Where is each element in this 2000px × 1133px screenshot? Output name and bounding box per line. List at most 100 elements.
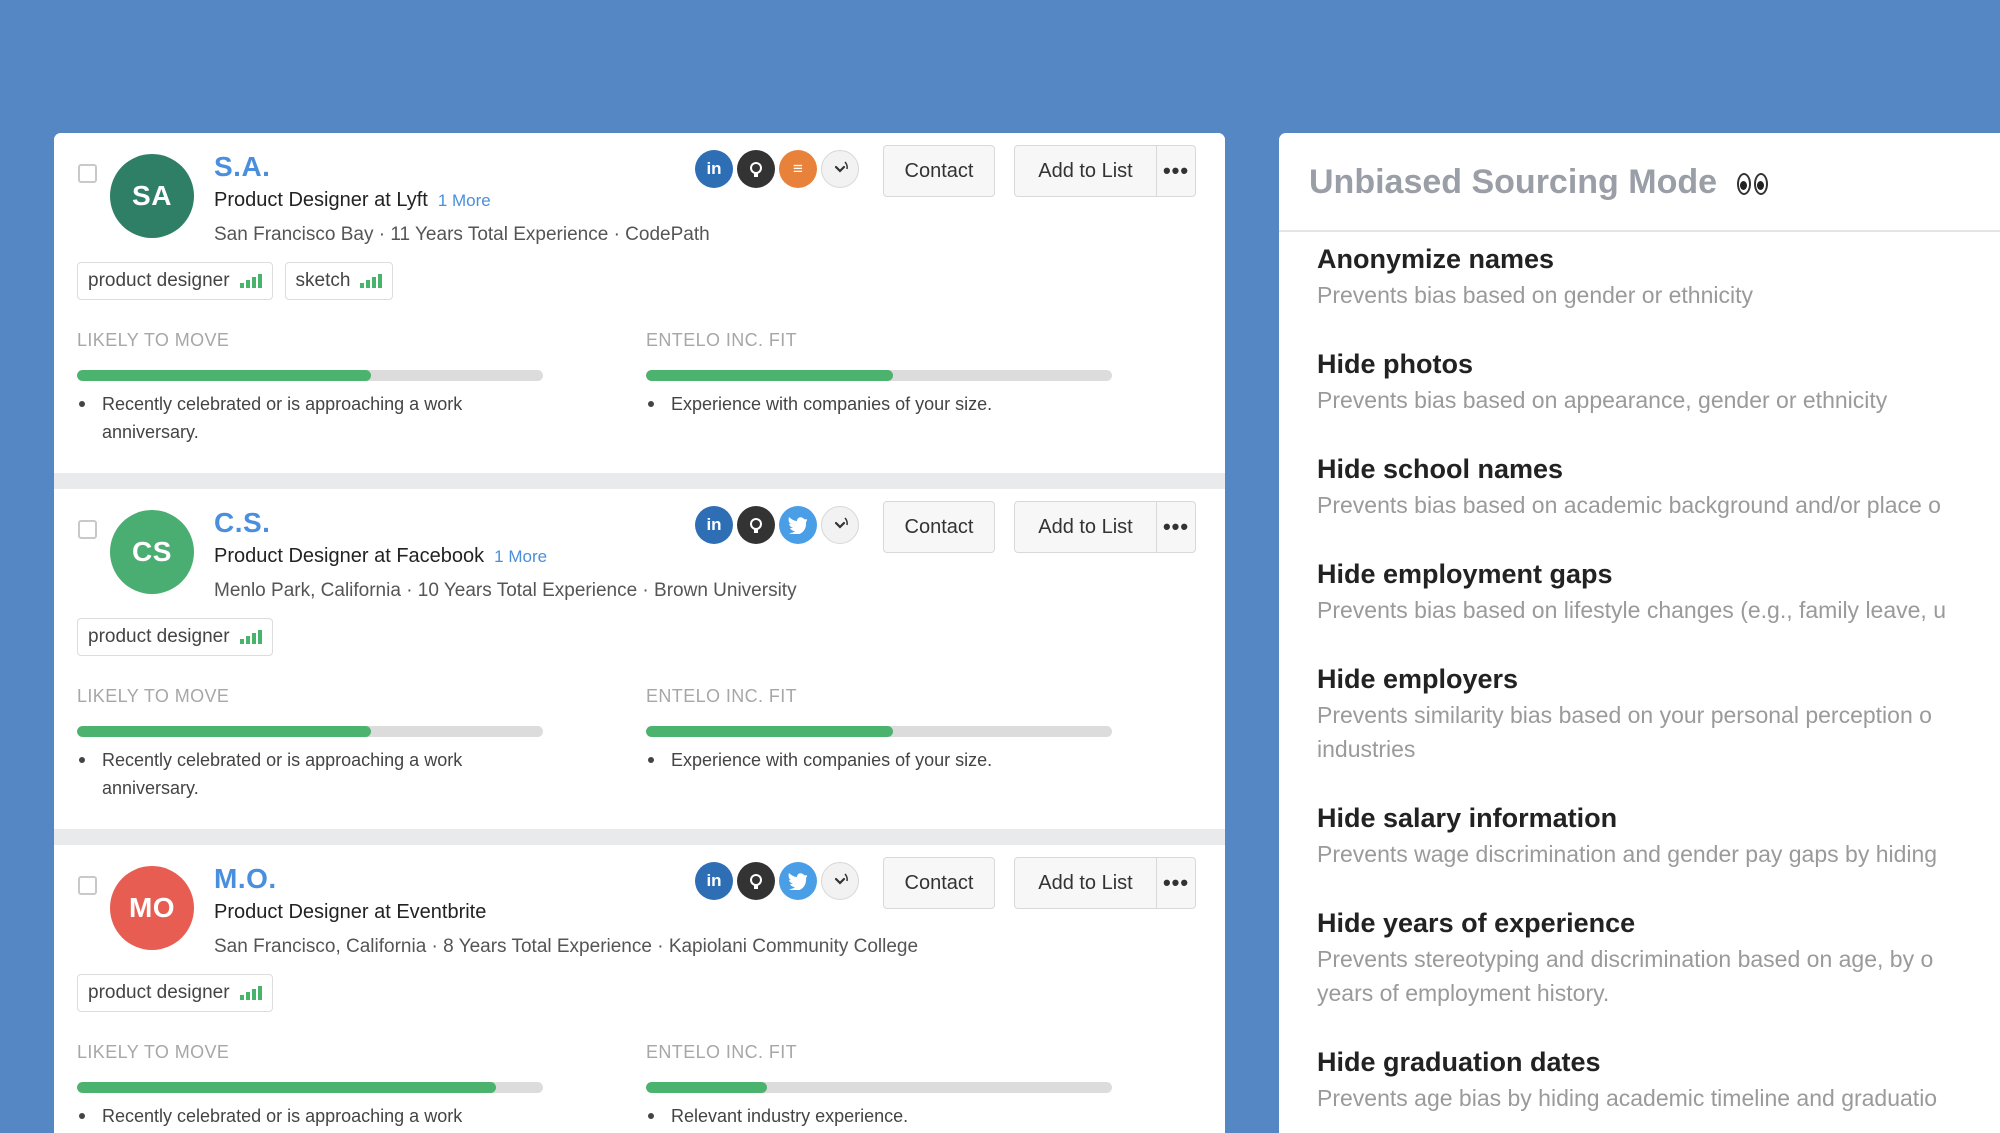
stackoverflow-icon[interactable]: ≡ [779,150,817,188]
option-title: Hide years of experience [1317,908,1636,938]
social-links: in [695,506,859,544]
select-candidate-checkbox[interactable] [78,520,97,539]
github-icon[interactable] [737,862,775,900]
skill-tag[interactable]: sketch [284,262,394,300]
entelo-fit-reason: Relevant industry experience. [646,1102,1191,1130]
option-title: Hide school names [1317,454,1564,484]
likely-to-move-fill [77,1082,496,1093]
avatar: CS [110,510,194,594]
option-description: Prevents wage discrimination and gender … [1317,841,1938,867]
candidate-subline: San Francisco, California · 8 Years Tota… [214,936,919,957]
more-options-button[interactable]: ••• [1156,145,1196,197]
skill-tag-label: product designer [88,270,230,291]
github-icon[interactable] [737,150,775,188]
candidate-subline: Menlo Park, California · 10 Years Total … [214,580,797,601]
expand-icon[interactable] [821,862,859,900]
likely-to-move-label: LIKELY TO MOVE [77,686,230,706]
avatar-initials: SA [132,180,172,211]
select-candidate-checkbox[interactable] [78,164,97,183]
select-candidate-checkbox[interactable] [78,876,97,895]
entelo-fit-fill [646,726,893,737]
twitter-icon[interactable] [779,862,817,900]
add-to-list-button[interactable]: Add to List [1014,145,1157,197]
expand-icon[interactable] [821,506,859,544]
entelo-fit-fill [646,370,893,381]
likely-to-move-reason: Recently celebrated or is approaching a … [77,1102,542,1130]
entelo-fit-label: ENTELO INC. FIT [646,686,798,706]
unbiased-option[interactable]: Hide school names Prevents bias based on… [1317,452,2000,522]
card-separator [54,829,1225,845]
expand-icon[interactable] [821,150,859,188]
option-description: Prevents bias based on appearance, gende… [1317,387,1888,413]
entelo-fit-reason: Experience with companies of your size. [646,746,1191,774]
skill-tag-label: product designer [88,982,230,1003]
option-description: Prevents similarity bias based on your p… [1317,702,1932,728]
candidate-card[interactable]: MO M.O. Product Designer at Eventbrite S… [54,845,1225,1133]
avatar: SA [110,154,194,238]
likely-to-move-fill [77,370,371,381]
linkedin-icon[interactable]: in [695,150,733,188]
option-description-cont: industries [1317,736,1416,762]
unbiased-option[interactable]: Hide employment gaps Prevents bias based… [1317,557,2000,627]
option-description-cont: years of employment history. [1317,980,1610,1006]
panel-title-text: Unbiased Sourcing Mode [1309,163,1718,201]
candidate-headline: Product Designer at Eventbrite [214,901,486,924]
github-icon[interactable] [737,506,775,544]
candidate-card[interactable]: CS C.S. Product Designer at Facebook 1 Mo… [54,489,1225,829]
unbiased-sourcing-panel: Unbiased Sourcing Mode Anonymize names P… [1279,133,2000,1133]
headline-text: Product Designer at Facebook [214,545,485,567]
add-to-list-button[interactable]: Add to List [1014,501,1157,553]
unbiased-option[interactable]: Hide graduation dates Prevents age bias … [1317,1045,2000,1115]
entelo-fit-label: ENTELO INC. FIT [646,330,798,350]
add-to-list-button[interactable]: Add to List [1014,857,1157,909]
option-description: Prevents bias based on gender or ethnici… [1317,282,1753,308]
skill-tags: product designer sketch [77,262,394,300]
option-title: Hide employment gaps [1317,559,1613,589]
entelo-fit-bar [646,370,1112,381]
candidate-name[interactable]: M.O. [214,863,277,895]
likely-to-move-bar [77,370,543,381]
candidate-name[interactable]: S.A. [214,151,270,183]
option-title: Hide employers [1317,664,1519,694]
signal-strength-icon [239,274,262,288]
unbiased-option[interactable]: Hide photos Prevents bias based on appea… [1317,347,2000,417]
contact-button[interactable]: Contact [883,145,995,197]
option-description: Prevents age bias by hiding academic tim… [1317,1085,1938,1111]
avatar-initials: MO [128,892,176,923]
contact-button[interactable]: Contact [883,501,995,553]
panel-title: Unbiased Sourcing Mode [1309,163,1768,202]
skill-tag[interactable]: product designer [77,974,273,1012]
entelo-fit-reason: Experience with companies of your size. [646,390,1191,418]
entelo-fit-fill [646,1082,767,1093]
entelo-fit-bar [646,726,1112,737]
candidate-headline: Product Designer at Lyft 1 More [214,189,491,212]
likely-to-move-reason: Recently celebrated or is approaching a … [77,746,542,802]
more-positions-link[interactable]: 1 More [438,191,491,210]
more-positions-link[interactable]: 1 More [494,547,547,566]
twitter-icon[interactable] [779,506,817,544]
option-description: Prevents bias based on lifestyle changes… [1317,597,1947,623]
option-description: Prevents stereotyping and discrimination… [1317,946,1934,972]
contact-button[interactable]: Contact [883,857,995,909]
candidate-card[interactable]: SA S.A. Product Designer at Lyft 1 More S… [54,133,1225,473]
likely-to-move-bar [77,726,543,737]
unbiased-option[interactable]: Hide employers Prevents similarity bias … [1317,662,2000,766]
panel-divider [1279,230,2000,232]
likely-to-move-label: LIKELY TO MOVE [77,330,230,350]
more-options-button[interactable]: ••• [1156,857,1196,909]
candidate-name[interactable]: C.S. [214,507,270,539]
likely-to-move-fill [77,726,371,737]
unbiased-option[interactable]: Hide years of experience Prevents stereo… [1317,906,2000,1010]
linkedin-icon[interactable]: in [695,862,733,900]
linkedin-icon[interactable]: in [695,506,733,544]
skill-tag[interactable]: product designer [77,618,273,656]
headline-text: Product Designer at Lyft [214,189,428,211]
likely-to-move-reason: Recently celebrated or is approaching a … [77,390,542,446]
skill-tag[interactable]: product designer [77,262,273,300]
candidate-subline: San Francisco Bay · 11 Years Total Exper… [214,224,710,245]
unbiased-option[interactable]: Anonymize names Prevents bias based on g… [1317,242,2000,312]
skill-tags: product designer [77,618,273,656]
more-options-button[interactable]: ••• [1156,501,1196,553]
social-links: in [695,862,859,900]
unbiased-option[interactable]: Hide salary information Prevents wage di… [1317,801,2000,871]
